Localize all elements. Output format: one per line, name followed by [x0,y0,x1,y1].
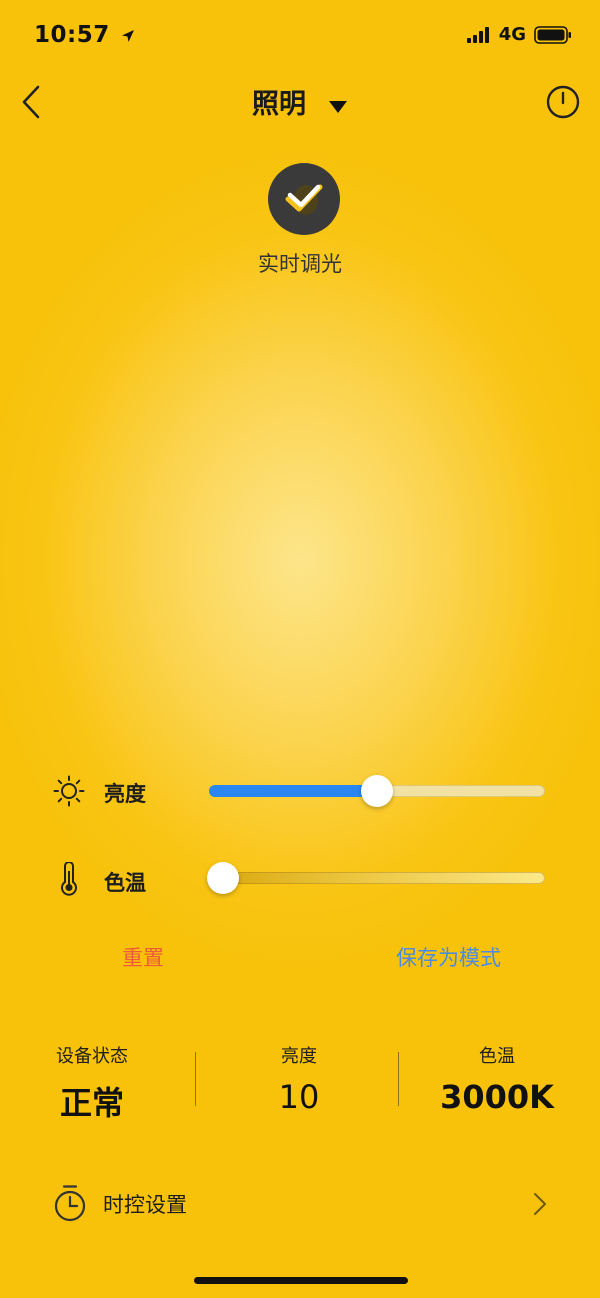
stat-device-status: 设备状态 正常 [0,1042,192,1124]
color-temp-slider-thumb[interactable] [207,862,239,894]
check-icon [285,184,323,215]
stat-brightness: 亮度 10 [199,1042,399,1116]
battery-icon [534,25,571,44]
sun-icon [53,775,85,811]
save-as-mode-button[interactable]: 保存为模式 [396,942,501,972]
power-icon [546,85,580,119]
brightness-label: 亮度 [104,782,146,806]
caret-down-icon [328,90,348,121]
status-indicators: 4G [466,24,572,45]
stat-label: 亮度 [281,1046,317,1067]
mode-label: 实时调光 [258,252,342,276]
realtime-dimming-mode-button[interactable] [268,163,340,235]
brightness-slider-fill [209,785,377,797]
chevron-right-icon [532,1192,548,1220]
stat-value: 10 [278,1078,320,1116]
color-temp-label: 色温 [104,871,146,895]
signal-bars-icon [466,26,489,43]
home-indicator [194,1277,408,1284]
page-title: 照明 [252,89,306,120]
thermometer-icon [58,861,80,900]
brightness-slider[interactable] [209,775,545,807]
color-temp-slider[interactable] [207,862,545,894]
stat-label: 色温 [479,1046,515,1067]
stat-color-temp: 色温 3000K [397,1042,597,1116]
brightness-slider-thumb[interactable] [361,775,393,807]
stat-label: 设备状态 [56,1046,128,1067]
timer-settings-label: 时控设置 [103,1193,187,1217]
device-selector[interactable]: 照明 [0,82,600,121]
stat-value: 3000K [440,1078,554,1116]
timer-icon [53,1184,87,1226]
stat-divider [195,1052,196,1106]
reset-button[interactable]: 重置 [122,942,164,972]
stat-value: 正常 [59,1084,124,1122]
status-time-text: 10:57 [34,22,110,48]
network-type: 4G [498,24,526,45]
status-time: 10:57 [34,22,136,48]
location-arrow-icon [122,29,135,42]
timer-settings-row[interactable]: 时控设置 [0,1170,600,1236]
power-button[interactable] [546,85,580,119]
